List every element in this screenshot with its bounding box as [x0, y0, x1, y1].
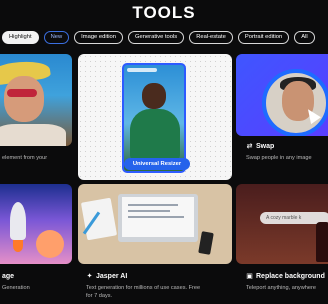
filter-generative-tools[interactable]: Generative tools [127, 31, 185, 44]
jasper-ai-card-desc: Text generation for millions of use case… [86, 285, 236, 300]
phone-status-bar [127, 68, 157, 72]
universal-resizer-card[interactable]: Universal Resizer [78, 54, 232, 180]
filter-portrait-edition[interactable]: Portrait edition [237, 31, 290, 44]
rocket-illustration [10, 202, 26, 252]
filter-all[interactable]: All [294, 31, 315, 44]
bottom-left-card-desc: Generation [2, 285, 30, 291]
swap-avatar-ring [262, 69, 328, 136]
screen-text-line [128, 210, 170, 212]
phone-illustration [198, 231, 214, 255]
universal-resizer-button[interactable]: Universal Resizer [124, 158, 190, 170]
planet-illustration [36, 230, 64, 258]
filter-new[interactable]: New [43, 31, 70, 44]
portrait-face [4, 76, 44, 122]
filter-real-estate[interactable]: Real-estate [189, 31, 233, 44]
replace-background-card-desc: Teleport anything, anywhere [246, 285, 316, 291]
jasper-ai-card[interactable] [78, 184, 232, 264]
tool-card-top-left[interactable] [0, 54, 72, 146]
jasper-ai-card-title: ✦ Jasper AI [86, 273, 128, 280]
preview-person-body [130, 109, 180, 161]
tool-card-bottom-left[interactable] [0, 184, 72, 264]
sunglasses-illustration [7, 89, 37, 97]
tools-page: TOOLS Highlight New Image edition Genera… [0, 0, 328, 304]
phone-preview [122, 63, 186, 173]
preview-person-head [142, 83, 166, 109]
sparkle-icon: ✦ [86, 273, 93, 280]
jasper-ai-label: Jasper AI [96, 273, 128, 280]
jasper-ai-desc-line2: for 7 days. [86, 292, 113, 299]
image-icon: ▣ [246, 273, 253, 280]
filter-highlight[interactable]: Highlight [2, 31, 39, 44]
page-title: TOOLS [132, 3, 196, 22]
screen-text-line [128, 204, 178, 206]
filter-bar: Highlight New Image edition Generative t… [2, 31, 315, 44]
bottle-illustration [316, 222, 328, 262]
screen-text-line [128, 216, 184, 218]
replace-background-card-title: ▣ Replace background [246, 273, 325, 280]
swap-card[interactable] [236, 54, 328, 136]
filter-image-edition[interactable]: Image edition [74, 31, 123, 44]
top-left-card-desc: element from your [2, 155, 48, 161]
notepad-illustration [80, 197, 118, 241]
portrait-shirt [0, 124, 66, 146]
swap-card-desc: Swap people in any image [246, 155, 312, 161]
swap-icon: ⇄ [246, 143, 253, 150]
bottom-left-card-title: age [2, 273, 15, 280]
swap-card-title: ⇄ Swap [246, 143, 275, 150]
jasper-ai-desc-line1: Text generation for millions of use case… [86, 285, 201, 291]
replace-background-card[interactable]: A cozy marble k [236, 184, 328, 264]
replace-background-label: Replace background [256, 273, 325, 280]
swap-card-label: Swap [256, 143, 275, 150]
